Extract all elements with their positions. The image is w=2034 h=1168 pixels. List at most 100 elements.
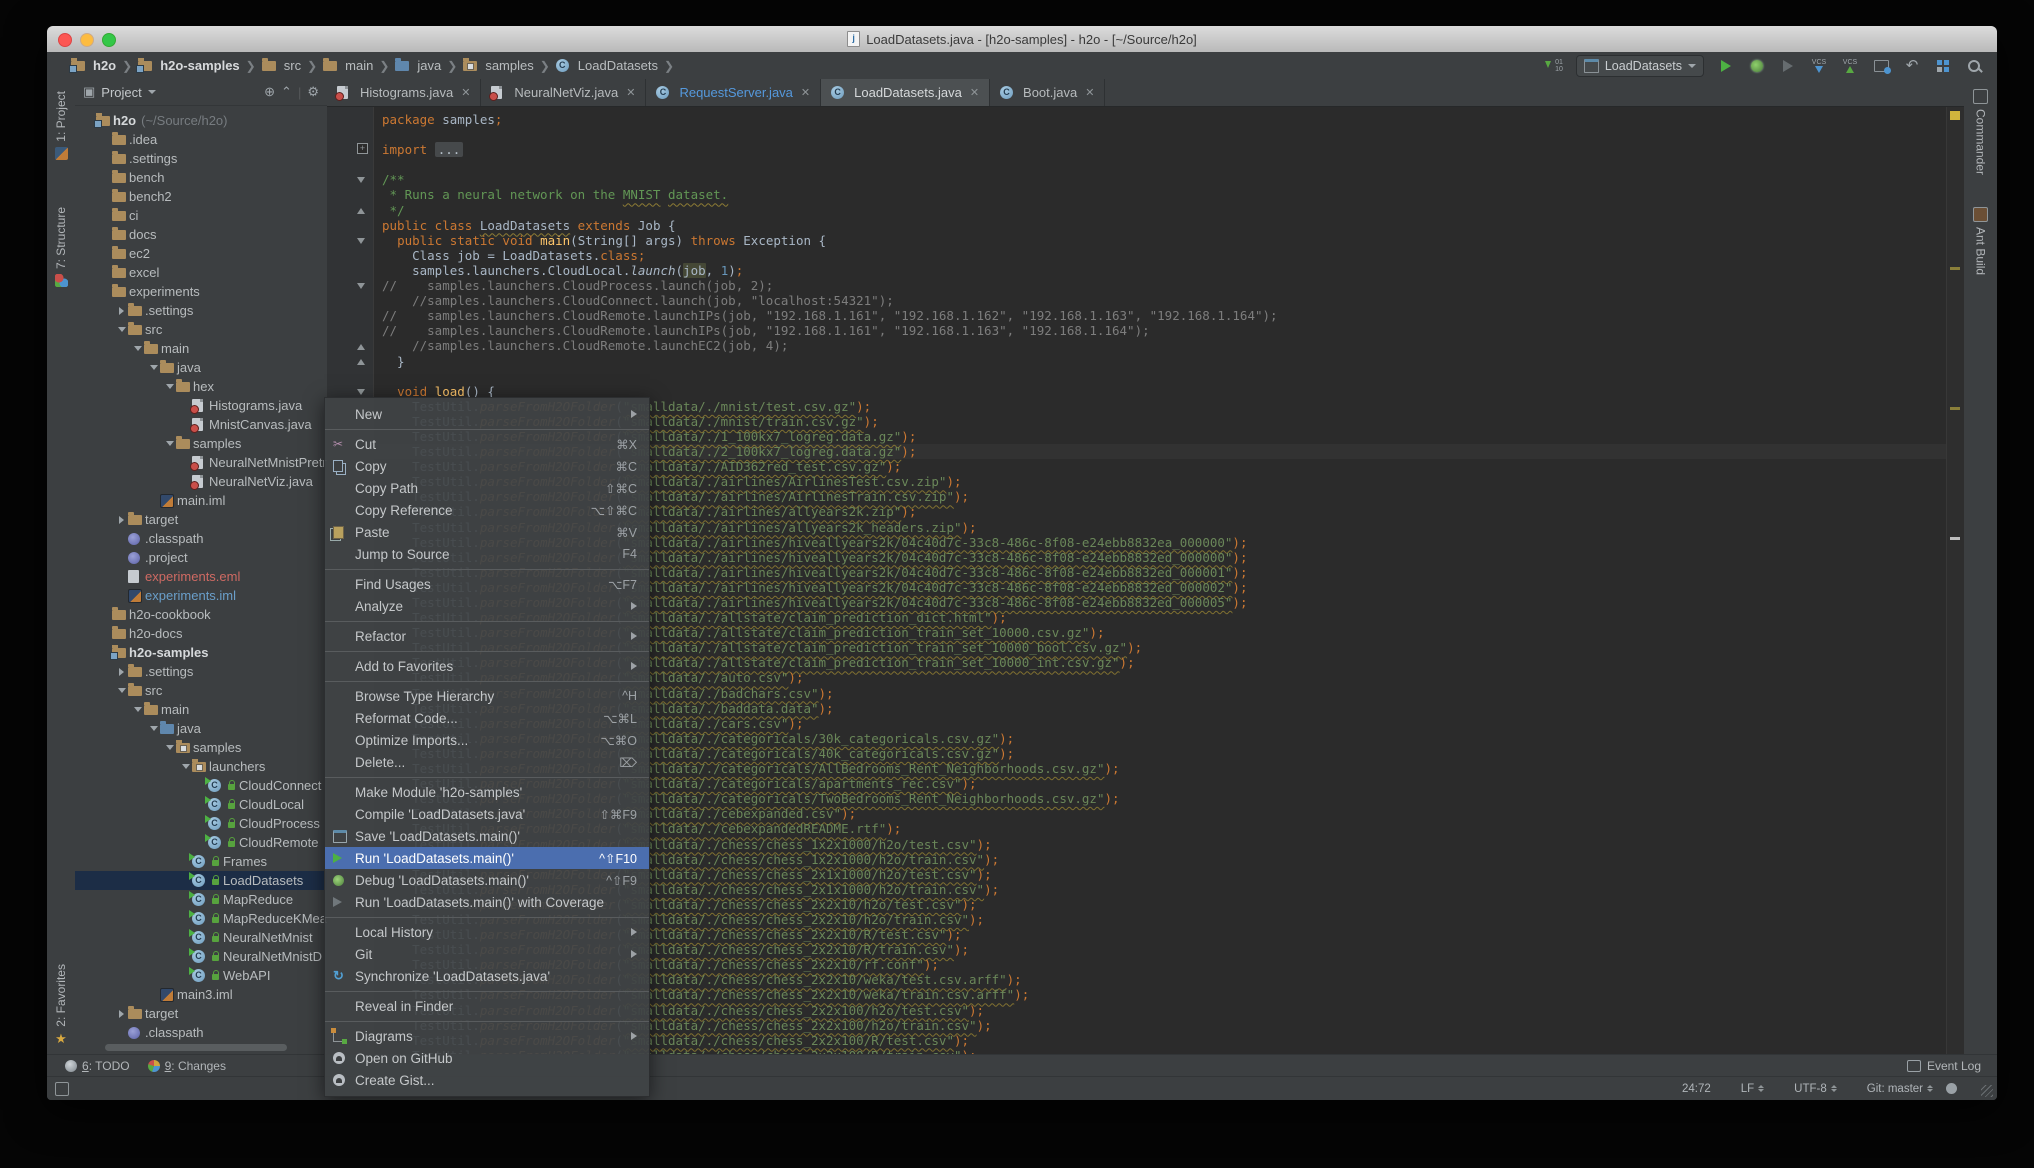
code-line[interactable]: public static void main(String[] args) t… [382, 233, 1947, 248]
run-button[interactable] [1717, 56, 1735, 76]
tree-item-target[interactable]: target [75, 510, 327, 529]
tree-item-java[interactable]: java [75, 358, 327, 377]
close-icon[interactable]: ✕ [801, 86, 810, 99]
tree-item-java[interactable]: java [75, 719, 327, 738]
menu-item-copy[interactable]: Copy⌘C [325, 455, 649, 477]
close-window-button[interactable] [58, 33, 72, 47]
coverage-run-button[interactable] [1779, 56, 1797, 76]
error-stripe-mark[interactable] [1950, 267, 1960, 270]
undo-button[interactable]: ↶ [1903, 56, 1921, 76]
tree-item-MapReduce[interactable]: CMapReduce [75, 890, 327, 909]
tree-item-src[interactable]: src [75, 320, 327, 339]
code-line[interactable]: Class job = LoadDatasets.class; [382, 248, 1947, 263]
breadcrumb-item-main[interactable]: main [323, 58, 373, 73]
menu-item-reformat-code-[interactable]: Reformat Code...⌥⌘L [325, 707, 649, 729]
menu-item-optimize-imports-[interactable]: Optimize Imports...⌥⌘O [325, 729, 649, 751]
tree-item-WebAPI[interactable]: CWebAPI [75, 966, 327, 985]
debug-button[interactable] [1748, 56, 1766, 76]
tree-item-.project[interactable]: .project [75, 548, 327, 567]
tree-item-excel[interactable]: excel [75, 263, 327, 282]
tab-NeuralNetViz.java[interactable]: NeuralNetViz.java✕ [481, 79, 646, 106]
menu-item-compile-loaddatasets-java-[interactable]: Compile 'LoadDatasets.java'⇧⌘F9 [325, 803, 649, 825]
tree-item-h2o-samples[interactable]: h2o-samples [75, 643, 327, 662]
collapse-all-icon[interactable]: ⌃ [281, 84, 292, 100]
menu-item-git[interactable]: Git [325, 943, 649, 965]
tree-item-NeuralNetViz.java[interactable]: NeuralNetViz.java [75, 472, 327, 491]
tree-item-Frames[interactable]: CFrames [75, 852, 327, 871]
locate-file-icon[interactable]: ⊕ [264, 84, 275, 100]
error-stripe-mark[interactable] [1950, 537, 1960, 540]
code-line[interactable] [382, 127, 1947, 142]
tree-item-src[interactable]: src [75, 681, 327, 700]
code-line[interactable]: import ... [382, 142, 1947, 157]
tab-LoadDatasets.java[interactable]: CLoadDatasets.java✕ [821, 79, 990, 106]
breadcrumb-item-src[interactable]: src [262, 58, 301, 73]
menu-item-jump-to-source[interactable]: Jump to SourceF4 [325, 543, 649, 565]
code-line[interactable]: package samples; [382, 112, 1947, 127]
tree-item-main3.iml[interactable]: main3.iml [75, 985, 327, 1004]
toolwindow-todo[interactable]: 6: TODO [65, 1059, 130, 1073]
menu-item-new[interactable]: New [325, 403, 649, 425]
search-everywhere-button[interactable] [1965, 56, 1983, 76]
breadcrumb-item-java[interactable]: java [395, 58, 441, 73]
menu-item-analyze[interactable]: Analyze [325, 595, 649, 617]
code-line[interactable]: // samples.launchers.CloudRemote.launchI… [382, 323, 1947, 338]
menu-item-run-loaddatasets-main-[interactable]: Run 'LoadDatasets.main()'^⇧F10 [325, 847, 649, 869]
code-line[interactable]: //samples.launchers.CloudConnect.launch(… [382, 293, 1947, 308]
fold-marker-icon[interactable] [357, 234, 365, 244]
tree-item-h2o[interactable]: h2o (~/Source/h2o) [75, 111, 327, 130]
tab-Histograms.java[interactable]: Histograms.java✕ [327, 79, 481, 106]
close-icon[interactable]: ✕ [626, 86, 635, 99]
menu-item-copy-reference[interactable]: Copy Reference⌥⇧⌘C [325, 499, 649, 521]
menu-item-browse-type-hierarchy[interactable]: Browse Type Hierarchy^H [325, 685, 649, 707]
toolwindow-switcher-icon[interactable] [55, 1082, 69, 1096]
tree-item-launchers[interactable]: launchers [75, 757, 327, 776]
code-line[interactable]: * Runs a neural network on the MNIST dat… [382, 187, 1947, 202]
error-stripe-warning-mark[interactable] [1950, 111, 1960, 120]
encoding-widget[interactable]: UTF-8 [1794, 1083, 1837, 1095]
tree-item-NeuralNetMnistD[interactable]: CNeuralNetMnistD [75, 947, 327, 966]
tree-item-bench2[interactable]: bench2 [75, 187, 327, 206]
git-branch-widget[interactable]: Git: master [1867, 1083, 1933, 1095]
build-button[interactable] [1934, 56, 1952, 76]
local-history-button[interactable] [1872, 56, 1890, 76]
menu-item-cut[interactable]: ✂Cut⌘X [325, 433, 649, 455]
code-line[interactable]: /** [382, 172, 1947, 187]
tree-item-ci[interactable]: ci [75, 206, 327, 225]
menu-item-make-module-h2o-samples-[interactable]: Make Module 'h2o-samples' [325, 781, 649, 803]
fold-marker-icon[interactable]: + [357, 143, 368, 154]
caret-position-widget[interactable]: 24:72 [1682, 1083, 1711, 1095]
project-tree-horizontal-scrollbar[interactable] [105, 1044, 287, 1051]
tree-item-.settings[interactable]: .settings [75, 662, 327, 681]
menu-item-diagrams[interactable]: Diagrams [325, 1025, 649, 1047]
tree-item-samples[interactable]: samples [75, 738, 327, 757]
sidebar-item-structure[interactable]: 7: Structure [47, 207, 75, 287]
code-line[interactable] [382, 369, 1947, 384]
tree-item-samples[interactable]: samples [75, 434, 327, 453]
fold-marker-icon[interactable] [357, 340, 365, 350]
fold-marker-icon[interactable] [357, 355, 365, 365]
tree-item-CloudRemote[interactable]: CCloudRemote [75, 833, 327, 852]
code-line[interactable] [382, 157, 1947, 172]
close-icon[interactable]: ✕ [461, 86, 470, 99]
menu-item-reveal-in-finder[interactable]: Reveal in Finder [325, 995, 649, 1017]
code-line[interactable]: // samples.launchers.CloudProcess.launch… [382, 278, 1947, 293]
tree-item-target[interactable]: target [75, 1004, 327, 1023]
tree-item-LoadDatasets[interactable]: CLoadDatasets [75, 871, 327, 890]
tab-RequestServer.java[interactable]: CRequestServer.java✕ [646, 79, 821, 106]
tree-item-docs[interactable]: docs [75, 225, 327, 244]
fold-marker-icon[interactable] [357, 279, 365, 289]
tree-item-.idea[interactable]: .idea [75, 130, 327, 149]
menu-item-find-usages[interactable]: Find Usages⌥F7 [325, 573, 649, 595]
tree-item-CloudProcess[interactable]: CCloudProcess [75, 814, 327, 833]
tree-item-MapReduceKMea[interactable]: CMapReduceKMea [75, 909, 327, 928]
tree-item-MnistCanvas.java[interactable]: MnistCanvas.java [75, 415, 327, 434]
close-icon[interactable]: ✕ [1085, 86, 1094, 99]
code-line[interactable]: public class LoadDatasets extends Job { [382, 218, 1947, 233]
menu-item-open-on-github[interactable]: Open on GitHub [325, 1047, 649, 1069]
vcs-commit-button[interactable]: VCS [1841, 56, 1859, 76]
line-ending-widget[interactable]: LF [1741, 1083, 1764, 1095]
code-line[interactable]: //samples.launchers.CloudRemote.launchEC… [382, 338, 1947, 353]
sidebar-item-commander[interactable]: Commander [1964, 89, 1997, 175]
menu-item-paste[interactable]: Paste⌘V [325, 521, 649, 543]
